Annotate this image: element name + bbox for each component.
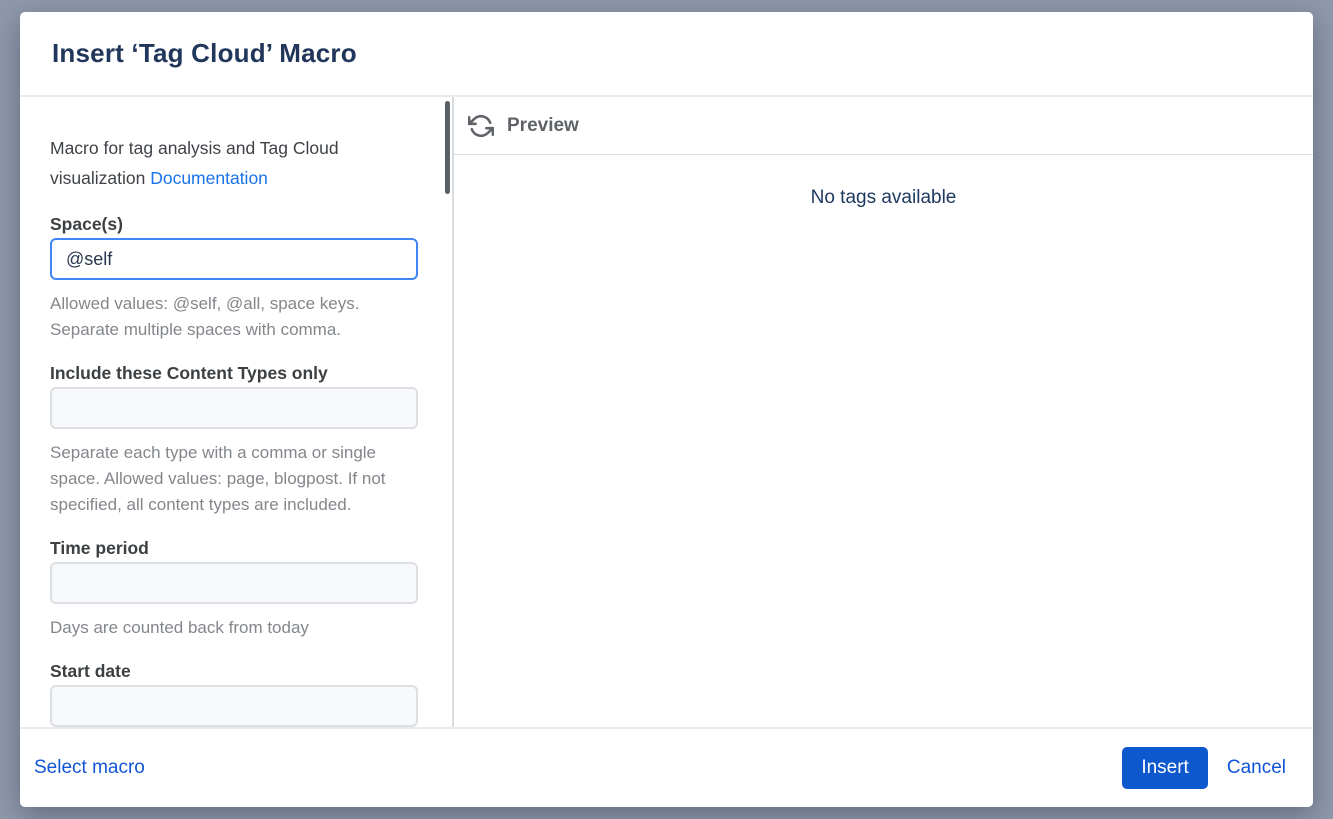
field-label-spaces: Space(s) [50,212,418,236]
time-period-input[interactable] [50,562,418,604]
content-types-input[interactable] [50,387,418,429]
preview-panel: Preview No tags available [454,97,1313,727]
preview-body: No tags available [454,155,1313,727]
field-helper-spaces: Allowed values: @self, @all, space keys.… [50,291,418,343]
field-helper-content-types: Separate each type with a comma or singl… [50,440,418,518]
field-label-time-period: Time period [50,536,418,560]
insert-button[interactable]: Insert [1122,747,1208,789]
left-panel-scrollbar[interactable] [445,101,450,194]
field-helper-time-period: Days are counted back from today [50,615,418,641]
spaces-input[interactable] [50,238,418,280]
dialog-body: Macro for tag analysis and Tag Cloud vis… [20,97,1313,727]
dialog-footer: Select macro Insert Cancel [20,727,1313,807]
field-label-start-date: Start date [50,659,418,683]
dialog-title: Insert ‘Tag Cloud’ Macro [52,38,357,69]
refresh-icon[interactable] [468,113,494,139]
insert-macro-dialog: Insert ‘Tag Cloud’ Macro Macro for tag a… [20,12,1313,807]
preview-empty-message: No tags available [811,187,957,727]
cancel-link[interactable]: Cancel [1227,757,1286,779]
preview-title: Preview [507,115,579,137]
macro-parameters-panel: Macro for tag analysis and Tag Cloud vis… [20,97,454,727]
field-label-content-types: Include these Content Types only [50,361,418,385]
preview-header: Preview [454,97,1313,155]
select-macro-link[interactable]: Select macro [34,757,145,779]
dialog-header: Insert ‘Tag Cloud’ Macro [20,12,1313,97]
documentation-link[interactable]: Documentation [150,168,268,188]
start-date-input[interactable] [50,685,418,727]
macro-description: Macro for tag analysis and Tag Cloud vis… [50,133,418,193]
